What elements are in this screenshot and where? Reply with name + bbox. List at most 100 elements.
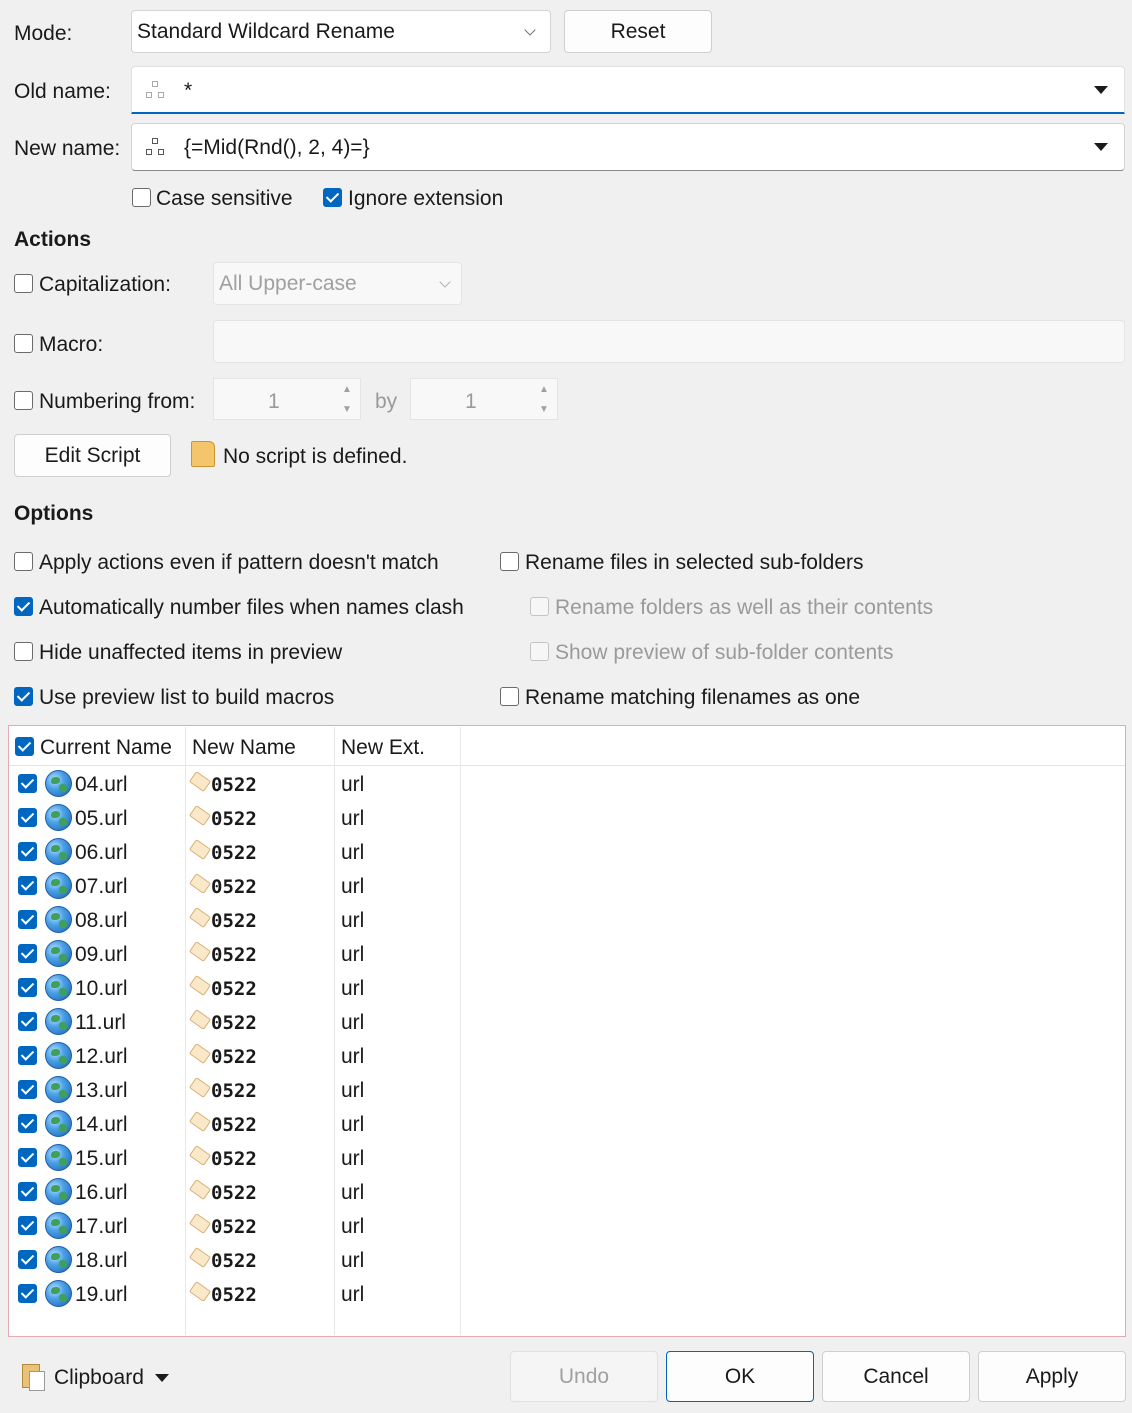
- table-row[interactable]: 12.url 0522 url: [9, 1039, 1125, 1073]
- numbering-checkbox[interactable]: [14, 391, 33, 410]
- macro-checkbox[interactable]: [14, 334, 33, 353]
- row-checkbox[interactable]: [18, 1284, 37, 1303]
- row-checkbox[interactable]: [18, 978, 37, 997]
- table-row[interactable]: 07.url 0522 url: [9, 869, 1125, 903]
- old-name-field[interactable]: *: [131, 66, 1125, 114]
- numbering-from-spinner[interactable]: 1 ▲ ▼: [213, 378, 361, 420]
- dropdown-arrow-icon[interactable]: [1094, 86, 1108, 94]
- row-checkbox[interactable]: [18, 1114, 37, 1133]
- row-checkbox[interactable]: [18, 876, 37, 895]
- spin-up-icon[interactable]: ▲: [531, 380, 557, 399]
- ok-button[interactable]: OK: [666, 1351, 814, 1402]
- by-label: by: [375, 390, 398, 413]
- column-header-new-name[interactable]: New Name: [192, 736, 296, 760]
- new-name-cell: 0522: [211, 1148, 257, 1170]
- edit-script-button[interactable]: Edit Script: [14, 434, 171, 477]
- row-checkbox[interactable]: [18, 1080, 37, 1099]
- auto-number-checkbox[interactable]: [14, 597, 33, 616]
- table-row[interactable]: 08.url 0522 url: [9, 903, 1125, 937]
- clipboard-dropdown-icon[interactable]: [155, 1374, 169, 1382]
- table-row[interactable]: 10.url 0522 url: [9, 971, 1125, 1005]
- show-subfolder-preview-checkbox[interactable]: [530, 642, 549, 661]
- capitalization-value: All Upper-case: [219, 271, 357, 295]
- row-checkbox[interactable]: [18, 1216, 37, 1235]
- rename-matching-label: Rename matching filenames as one: [525, 686, 861, 709]
- apply-actions-label: Apply actions even if pattern doesn't ma…: [39, 551, 439, 574]
- globe-url-icon: [45, 804, 72, 831]
- table-row[interactable]: 18.url 0522 url: [9, 1243, 1125, 1277]
- apply-actions-checkbox[interactable]: [14, 552, 33, 571]
- globe-url-icon: [45, 838, 72, 865]
- use-preview-list-checkbox[interactable]: [14, 687, 33, 706]
- chevron-down-icon: [524, 24, 536, 36]
- table-row[interactable]: 04.url 0522 url: [9, 767, 1125, 801]
- row-checkbox[interactable]: [18, 808, 37, 827]
- new-name-field[interactable]: {=Mid(Rnd(), 2, 4)=}: [131, 123, 1125, 171]
- spin-down-icon[interactable]: ▼: [334, 400, 360, 419]
- show-subfolder-preview-label: Show preview of sub-folder contents: [555, 641, 894, 664]
- row-checkbox[interactable]: [18, 944, 37, 963]
- column-header-new-ext[interactable]: New Ext.: [341, 736, 425, 760]
- new-ext-cell: url: [341, 807, 365, 830]
- current-name-cell: 09.url: [75, 943, 128, 966]
- dropdown-arrow-icon[interactable]: [1094, 143, 1108, 151]
- new-ext-cell: url: [341, 1045, 365, 1068]
- numbering-by-spinner[interactable]: 1 ▲ ▼: [410, 378, 558, 420]
- rename-folders-label: Rename folders as well as their contents: [555, 596, 934, 619]
- table-row[interactable]: 06.url 0522 url: [9, 835, 1125, 869]
- capitalization-dropdown[interactable]: All Upper-case: [213, 262, 462, 305]
- ignore-extension-checkbox[interactable]: [323, 188, 342, 207]
- row-checkbox[interactable]: [18, 774, 37, 793]
- globe-url-icon: [45, 1076, 72, 1103]
- spin-up-icon[interactable]: ▲: [334, 380, 360, 399]
- row-checkbox[interactable]: [18, 1250, 37, 1269]
- table-row[interactable]: 13.url 0522 url: [9, 1073, 1125, 1107]
- rename-subfolders-checkbox[interactable]: [500, 552, 519, 571]
- row-checkbox[interactable]: [18, 1182, 37, 1201]
- row-checkbox[interactable]: [18, 1148, 37, 1167]
- table-row[interactable]: 09.url 0522 url: [9, 937, 1125, 971]
- table-row[interactable]: 19.url 0522 url: [9, 1277, 1125, 1311]
- row-checkbox[interactable]: [18, 1046, 37, 1065]
- current-name-cell: 06.url: [75, 841, 128, 864]
- clipboard-icon[interactable]: [22, 1362, 48, 1392]
- table-row[interactable]: 14.url 0522 url: [9, 1107, 1125, 1141]
- cancel-button[interactable]: Cancel: [822, 1351, 970, 1402]
- case-sensitive-checkbox[interactable]: [132, 188, 151, 207]
- row-checkbox[interactable]: [18, 1012, 37, 1031]
- apply-button[interactable]: Apply: [978, 1351, 1126, 1402]
- new-ext-cell: url: [341, 1283, 365, 1306]
- table-row[interactable]: 15.url 0522 url: [9, 1141, 1125, 1175]
- mode-dropdown[interactable]: Standard Wildcard Rename: [131, 10, 551, 53]
- clipboard-label[interactable]: Clipboard: [54, 1366, 144, 1390]
- spin-down-icon[interactable]: ▼: [531, 400, 557, 419]
- capitalization-checkbox[interactable]: [14, 274, 33, 293]
- new-name-cell: 0522: [211, 1080, 257, 1102]
- new-ext-cell: url: [341, 875, 365, 898]
- use-preview-list-label: Use preview list to build macros: [39, 686, 335, 709]
- undo-button[interactable]: Undo: [510, 1351, 658, 1402]
- new-name-cell: 0522: [211, 1250, 257, 1272]
- rename-folders-checkbox[interactable]: [530, 597, 549, 616]
- rename-matching-checkbox[interactable]: [500, 687, 519, 706]
- wildcard-tree-icon: [146, 138, 164, 156]
- tag-icon: [188, 1179, 212, 1200]
- new-name-cell: 0522: [211, 774, 257, 796]
- old-name-label: Old name:: [14, 80, 111, 103]
- new-name-cell: 0522: [211, 1012, 257, 1034]
- table-row[interactable]: 17.url 0522 url: [9, 1209, 1125, 1243]
- hide-unaffected-label: Hide unaffected items in preview: [39, 641, 343, 664]
- select-all-checkbox[interactable]: [15, 737, 34, 756]
- row-checkbox[interactable]: [18, 910, 37, 929]
- table-row[interactable]: 16.url 0522 url: [9, 1175, 1125, 1209]
- reset-button[interactable]: Reset: [564, 10, 712, 53]
- hide-unaffected-checkbox[interactable]: [14, 642, 33, 661]
- column-header-current-name[interactable]: Current Name: [40, 736, 172, 760]
- row-checkbox[interactable]: [18, 842, 37, 861]
- table-row[interactable]: 05.url 0522 url: [9, 801, 1125, 835]
- current-name-cell: 04.url: [75, 773, 128, 796]
- table-row[interactable]: 11.url 0522 url: [9, 1005, 1125, 1039]
- preview-list[interactable]: Current Name New Name New Ext. 04.url 052…: [8, 725, 1126, 1337]
- macro-input[interactable]: [213, 320, 1125, 363]
- tag-icon: [188, 1077, 212, 1098]
